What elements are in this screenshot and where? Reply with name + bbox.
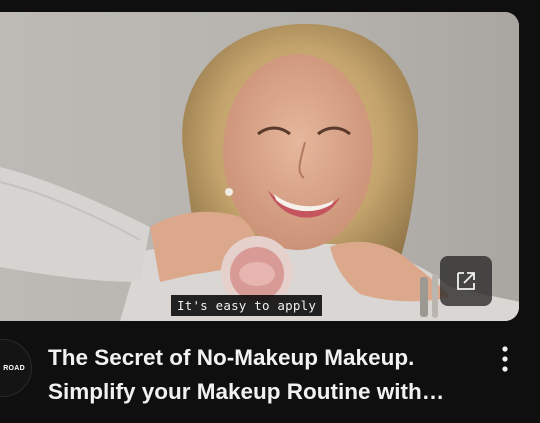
channel-avatar-text: ROAD bbox=[3, 364, 25, 372]
video-thumbnail[interactable]: It's easy to apply bbox=[0, 12, 519, 321]
channel-avatar[interactable]: ROAD bbox=[0, 339, 32, 397]
video-caption: It's easy to apply bbox=[171, 295, 323, 316]
video-card: It's easy to apply ROAD The Secret of No… bbox=[0, 0, 540, 423]
open-in-new-icon bbox=[457, 272, 475, 290]
open-in-new-button[interactable] bbox=[440, 256, 492, 306]
video-title-line-2: Simplify your Makeup Routine with… bbox=[48, 379, 445, 404]
more-vert-icon bbox=[502, 346, 508, 372]
video-title-line-1: The Secret of No-Makeup Makeup. bbox=[48, 345, 415, 370]
more-options-button[interactable] bbox=[493, 344, 517, 374]
video-title[interactable]: The Secret of No-Makeup Makeup. Simplify… bbox=[48, 341, 478, 409]
